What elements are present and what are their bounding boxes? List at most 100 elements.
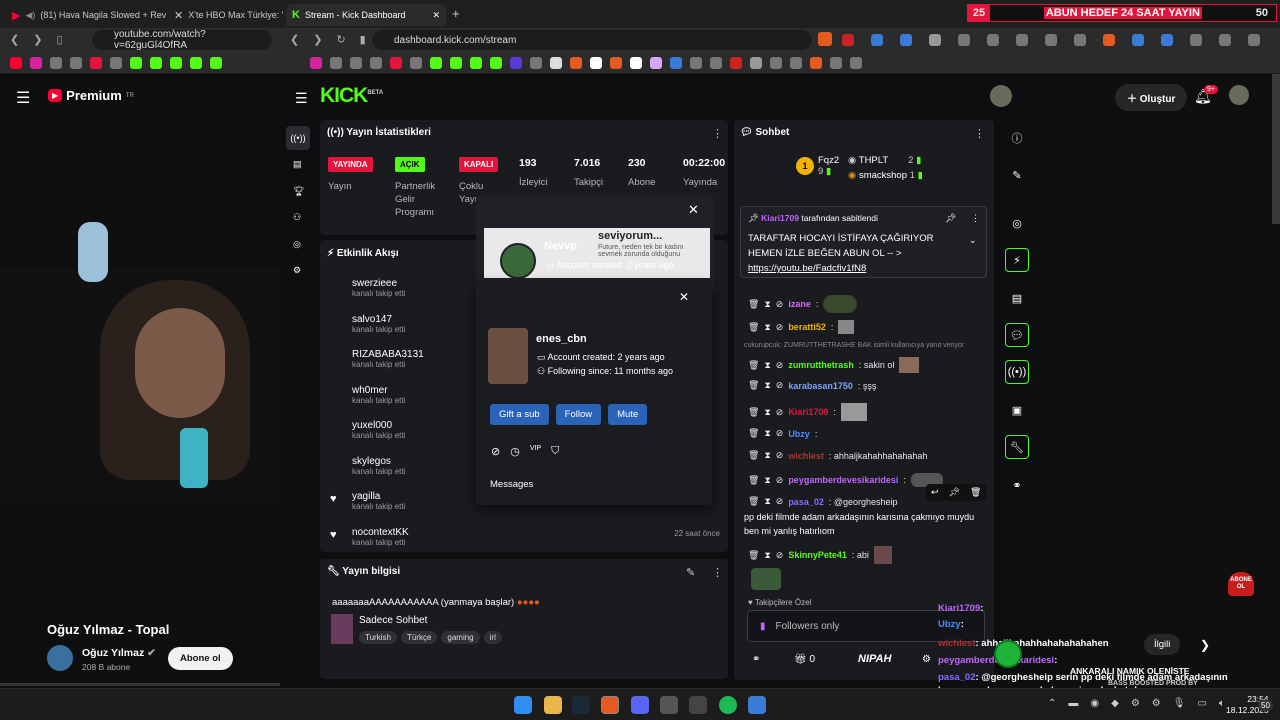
bookmark-item[interactable] [150, 57, 162, 69]
community-nav-icon[interactable]: ⚇ [293, 212, 301, 223]
moderation-nav-icon[interactable]: ◎ [293, 239, 301, 250]
settings-nav-icon[interactable]: ⚙ [293, 265, 301, 276]
app-icon[interactable] [660, 696, 678, 714]
extension-icon[interactable] [1103, 34, 1115, 46]
related-chip[interactable]: İlgili [1144, 634, 1181, 655]
delete-icon[interactable]: 🗑︎ [970, 487, 981, 498]
document-icon[interactable]: ▤ [1005, 286, 1029, 310]
extension-icon[interactable] [1161, 34, 1173, 46]
bookmark-item[interactable] [710, 57, 722, 69]
analytics-nav-icon[interactable]: ▤ [293, 159, 302, 170]
chat-message[interactable]: 🗑︎ ⧗ ⊘ zumrutthetrash: sakin ol [748, 357, 920, 373]
bookmark-item[interactable] [450, 57, 462, 69]
extension-icon[interactable] [1248, 34, 1260, 46]
pinned-more-icon[interactable]: ⋮ [971, 213, 980, 224]
bookmark-item[interactable] [110, 57, 122, 69]
tray-icon[interactable]: ⚙ [1152, 698, 1161, 709]
extension-icon[interactable] [900, 34, 912, 46]
unpin-icon[interactable]: 📌︎ [945, 213, 956, 224]
close-icon[interactable]: ✕ [679, 290, 689, 304]
bookmark-item[interactable] [790, 57, 802, 69]
bookmark-item[interactable] [610, 57, 622, 69]
tag[interactable]: irl [483, 631, 502, 644]
moderation-icon[interactable]: ◎ [1005, 211, 1029, 235]
tag[interactable]: Turkish [359, 631, 397, 644]
notification-count[interactable]: 50 [1258, 700, 1273, 711]
tab-x[interactable]: ✕X'te HBO Max Türkiye: "Tc [168, 4, 283, 26]
bookmark-item[interactable] [590, 57, 602, 69]
subscribe-button[interactable]: Abone ol [168, 647, 233, 670]
network-icon[interactable]: ▭ [1197, 698, 1206, 709]
tray-icon[interactable]: ◉ [1090, 698, 1099, 709]
spotify-icon[interactable] [719, 696, 737, 714]
chat-message[interactable]: 🗑︎ ⧗ ⊘ Ubzy: [748, 428, 817, 439]
stream-nav-icon[interactable]: ((•)) [286, 126, 310, 150]
extension-icon[interactable] [1016, 34, 1028, 46]
bookmark-item[interactable] [690, 57, 702, 69]
back-icon[interactable]: ❮ [290, 33, 299, 46]
extension-icon[interactable] [958, 34, 970, 46]
bookmark-icon[interactable]: ▮ [360, 33, 366, 46]
forward-icon[interactable]: ❯ [33, 33, 42, 46]
chat-icon[interactable]: 💬︎ [1005, 323, 1029, 347]
bookmark-item[interactable] [570, 57, 582, 69]
chat-message[interactable]: 🗑︎ ⧗ ⊘ izane: [748, 295, 858, 313]
discord-icon[interactable] [631, 696, 649, 714]
explorer-icon[interactable] [544, 696, 562, 714]
emote-picker-icon[interactable]: ⚭ [752, 654, 760, 665]
tab-youtube[interactable]: ▶ ◀) (81) Hava Nagila Slowed + Reve [6, 4, 166, 26]
create-button[interactable]: ＋ Oluştur [1115, 84, 1188, 111]
bookmark-item[interactable] [10, 57, 22, 69]
bookmark-item[interactable] [130, 57, 142, 69]
bookmark-item[interactable] [190, 57, 202, 69]
reload-icon[interactable]: ↻ [336, 33, 345, 46]
bookmark-item[interactable] [410, 57, 422, 69]
tag[interactable]: gaming [441, 631, 480, 644]
bookmark-item[interactable] [310, 57, 322, 69]
vip-icon[interactable]: VIP [530, 445, 541, 458]
wrench-icon[interactable]: 🔧︎ [1005, 435, 1029, 459]
bookmark-item[interactable] [550, 57, 562, 69]
extension-icon[interactable] [1190, 34, 1202, 46]
pin-icon[interactable]: 📌︎ [949, 487, 960, 498]
ban-icon[interactable]: ⊘ [491, 445, 500, 458]
bookmark-item[interactable] [330, 57, 342, 69]
bookmark-item[interactable] [370, 57, 382, 69]
mute-button[interactable]: Mute [608, 404, 648, 425]
address-bar-left[interactable]: youtube.com/watch?v=62guGl4OfRA [92, 29, 272, 51]
steam-icon[interactable] [572, 696, 590, 714]
bookmark-item[interactable] [810, 57, 822, 69]
extension-icon[interactable] [842, 34, 854, 46]
extension-icon[interactable] [1074, 34, 1086, 46]
kick-logo[interactable]: KICKBETA [320, 84, 383, 108]
follow-button[interactable]: Follow [555, 404, 602, 425]
category-thumbnail[interactable] [331, 614, 353, 644]
menu-icon[interactable]: ☰ [16, 88, 30, 108]
back-icon[interactable]: ❮ [10, 33, 19, 46]
app-icon[interactable] [748, 696, 766, 714]
bookmark-item[interactable] [830, 57, 842, 69]
brave-shield-icon[interactable] [818, 32, 832, 46]
chat-message[interactable]: 🗑︎ ⧗ ⊘ pasa_02: @georghesheip [748, 496, 898, 507]
chevron-down-icon[interactable]: ⌄ [969, 235, 977, 246]
tab-kick[interactable]: K Stream - Kick Dashboard ✕ [286, 4, 446, 26]
bookmark-item[interactable] [90, 57, 102, 69]
extension-icon[interactable] [987, 34, 999, 46]
bookmark-item[interactable] [750, 57, 762, 69]
chat-more-icon[interactable]: ⋮ [974, 127, 985, 140]
close-tab-icon[interactable]: ✕ [432, 10, 440, 21]
chat-settings-icon[interactable]: ⚙ [922, 654, 931, 665]
extension-icon[interactable] [871, 34, 883, 46]
chevron-right-icon[interactable]: ❯ [1200, 638, 1210, 652]
bookmark-item[interactable] [70, 57, 82, 69]
edit-icon[interactable]: ✎ [1005, 163, 1029, 187]
tag[interactable]: Türkçe [400, 631, 438, 644]
scrollbar[interactable] [1272, 74, 1280, 224]
chevron-up-icon[interactable]: ⌃ [1048, 698, 1056, 709]
new-tab-button[interactable]: + [452, 6, 460, 21]
youtube-logo[interactable]: ▶ Premium TR [48, 88, 134, 103]
channel-name[interactable]: Oğuz Yılmaz ✔ [82, 647, 156, 659]
close-icon[interactable]: ✕ [688, 202, 699, 218]
info-more-icon[interactable]: ⋮ [712, 566, 723, 579]
bookmark-item[interactable] [430, 57, 442, 69]
